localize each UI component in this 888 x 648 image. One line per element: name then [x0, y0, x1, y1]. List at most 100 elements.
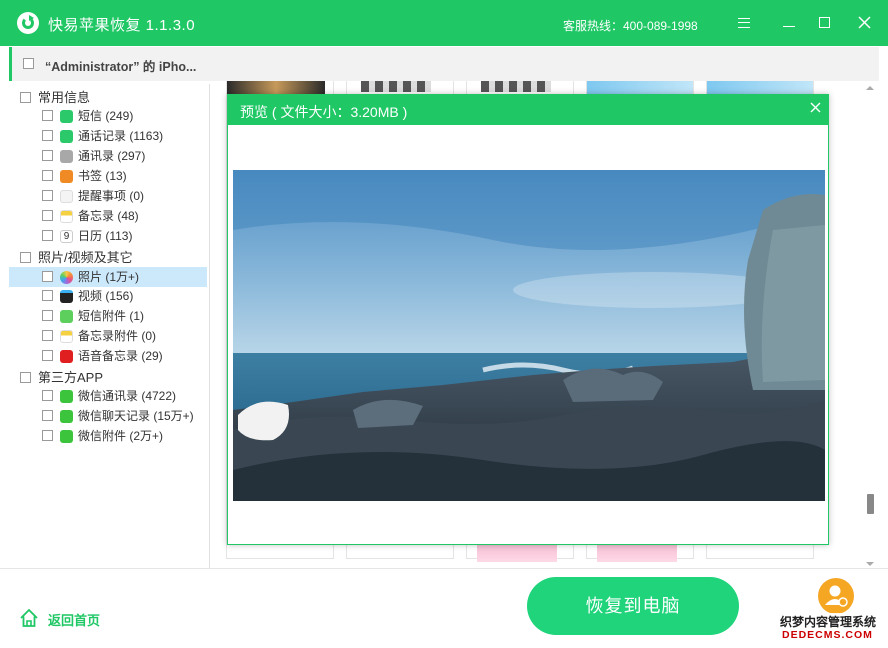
- group-label: 第三方APP: [38, 370, 104, 385]
- sidebar-item-label: 书签 (13): [78, 169, 127, 183]
- sidebar-item-bookmarks[interactable]: 书签 (13): [9, 166, 207, 186]
- bookmark-icon: [60, 170, 73, 183]
- sidebar-item-sms-attachments[interactable]: 短信附件 (1): [9, 306, 207, 326]
- notes-icon: [60, 210, 73, 223]
- sidebar-item-label: 微信附件 (2万+): [78, 429, 164, 443]
- scroll-up-icon[interactable]: [866, 86, 874, 90]
- item-checkbox[interactable]: [42, 170, 53, 181]
- group-checkbox[interactable]: [20, 372, 31, 383]
- preview-dialog: 预览 ( 文件大小：3.20MB ): [227, 94, 829, 545]
- device-checkbox[interactable]: [23, 58, 34, 69]
- message-icon: [60, 110, 73, 123]
- item-checkbox[interactable]: [42, 110, 53, 121]
- sidebar-item-photos[interactable]: 照片 (1万+): [9, 267, 207, 287]
- preview-header: 预览 ( 文件大小：3.20MB ): [228, 95, 828, 125]
- sidebar-item-video[interactable]: 视频 (156): [9, 286, 207, 306]
- group-checkbox[interactable]: [20, 252, 31, 263]
- person-icon: [825, 585, 848, 607]
- home-icon: [20, 608, 38, 627]
- watermark: 织梦内容管理系统 DEDECMS.COM: [778, 613, 886, 645]
- sidebar-item-label: 通讯录 (297): [78, 149, 146, 163]
- note-attachment-icon: [60, 330, 73, 343]
- close-icon: [857, 16, 871, 29]
- item-checkbox[interactable]: [42, 210, 53, 221]
- back-home-label: 返回首页: [48, 613, 101, 628]
- scroll-down-icon[interactable]: [866, 562, 874, 566]
- item-checkbox[interactable]: [42, 271, 53, 282]
- sidebar-item-note-attachments[interactable]: 备忘录附件 (0): [9, 326, 207, 346]
- sidebar-item-notes[interactable]: 备忘录 (48): [9, 206, 207, 226]
- photo-thumbnail: [587, 81, 693, 94]
- item-checkbox[interactable]: [42, 430, 53, 441]
- video-icon: [60, 290, 73, 303]
- sidebar-item-wechat-chat[interactable]: 微信聊天记录 (15万+): [9, 406, 207, 426]
- seaside-photo-image: [233, 170, 825, 501]
- photos-icon: [60, 271, 73, 284]
- sidebar-item-contacts[interactable]: 通讯录 (297): [9, 146, 207, 166]
- device-bar: “Administrator” 的 iPho...: [9, 47, 879, 81]
- item-checkbox[interactable]: [42, 290, 53, 301]
- minimize-button[interactable]: [777, 11, 801, 35]
- contacts-icon: [60, 150, 73, 163]
- item-checkbox[interactable]: [42, 190, 53, 201]
- sidebar-item-voice-memos[interactable]: 语音备忘录 (29): [9, 346, 207, 366]
- sidebar-item-wechat-contacts[interactable]: 微信通讯录 (4722): [9, 386, 207, 406]
- group-label: 照片/视频及其它: [38, 250, 133, 265]
- calendar-icon: 9: [60, 230, 73, 243]
- sidebar-item-label: 短信附件 (1): [78, 309, 145, 323]
- sidebar-item-label: 备忘录 (48): [78, 209, 139, 223]
- preview-close-button[interactable]: [806, 100, 824, 118]
- app-title: 快易苹果恢复 1.1.3.0: [48, 17, 196, 34]
- sidebar-item-label: 微信通讯录 (4722): [78, 389, 177, 403]
- sidebar-item-label: 语音备忘录 (29): [78, 349, 163, 363]
- item-checkbox[interactable]: [42, 230, 53, 241]
- watermark-line-2: DEDECMS.COM: [782, 629, 873, 641]
- wechat-chat-icon: [60, 410, 73, 423]
- close-icon: [810, 102, 820, 113]
- menu-button[interactable]: [732, 11, 756, 35]
- voice-memo-icon: [60, 350, 73, 363]
- vertical-scrollbar[interactable]: [864, 84, 876, 568]
- preview-photo: [233, 170, 825, 501]
- item-checkbox[interactable]: [42, 350, 53, 361]
- title-bar: 快易苹果恢复 1.1.3.0 客服热线：400-089-1998: [0, 0, 888, 46]
- sidebar-item-label: 视频 (156): [78, 289, 134, 303]
- sidebar-item-label: 短信 (249): [78, 109, 134, 123]
- sidebar-item-label: 微信聊天记录 (15万+): [78, 409, 194, 423]
- close-button[interactable]: [852, 11, 876, 35]
- category-sidebar: 常用信息 短信 (249) 通话记录 (1163) 通讯录 (297) 书签 (…: [9, 84, 209, 564]
- sidebar-item-label: 照片 (1万+): [78, 270, 140, 284]
- item-checkbox[interactable]: [42, 410, 53, 421]
- wechat-attachment-icon: [60, 430, 73, 443]
- sidebar-item-label: 备忘录附件 (0): [78, 329, 157, 343]
- maximize-button[interactable]: [812, 11, 836, 35]
- item-checkbox[interactable]: [42, 390, 53, 401]
- sidebar-item-sms[interactable]: 短信 (249): [9, 106, 207, 126]
- sidebar-item-wechat-attachments[interactable]: 微信附件 (2万+): [9, 426, 207, 446]
- minimize-icon: [783, 26, 795, 27]
- item-checkbox[interactable]: [42, 310, 53, 321]
- preview-title: 预览 ( 文件大小：3.20MB ): [240, 104, 408, 120]
- scroll-thumb[interactable]: [867, 494, 874, 514]
- customer-support-icon[interactable]: [818, 578, 854, 614]
- sidebar-item-label: 提醒事项 (0): [78, 189, 145, 203]
- menu-icon: [738, 18, 750, 28]
- phone-icon: [60, 130, 73, 143]
- photo-thumbnail: [361, 81, 431, 92]
- sidebar-item-calendar[interactable]: 9 日历 (113): [9, 226, 207, 246]
- photo-thumbnail: [707, 81, 813, 94]
- item-checkbox[interactable]: [42, 130, 53, 141]
- footer-divider: [0, 568, 888, 569]
- photo-thumbnail: [481, 81, 551, 92]
- sidebar-item-call-log[interactable]: 通话记录 (1163): [9, 126, 207, 146]
- sidebar-item-label: 通话记录 (1163): [78, 129, 164, 143]
- reminder-icon: [60, 190, 73, 203]
- item-checkbox[interactable]: [42, 330, 53, 341]
- maximize-icon: [818, 17, 830, 28]
- device-label: “Administrator” 的 iPho...: [45, 60, 197, 74]
- group-checkbox[interactable]: [20, 92, 31, 103]
- item-checkbox[interactable]: [42, 150, 53, 161]
- recover-to-pc-button[interactable]: 恢复到电脑: [527, 577, 739, 635]
- watermark-line-1: 织梦内容管理系统: [780, 615, 877, 629]
- sidebar-item-reminders[interactable]: 提醒事项 (0): [9, 186, 207, 206]
